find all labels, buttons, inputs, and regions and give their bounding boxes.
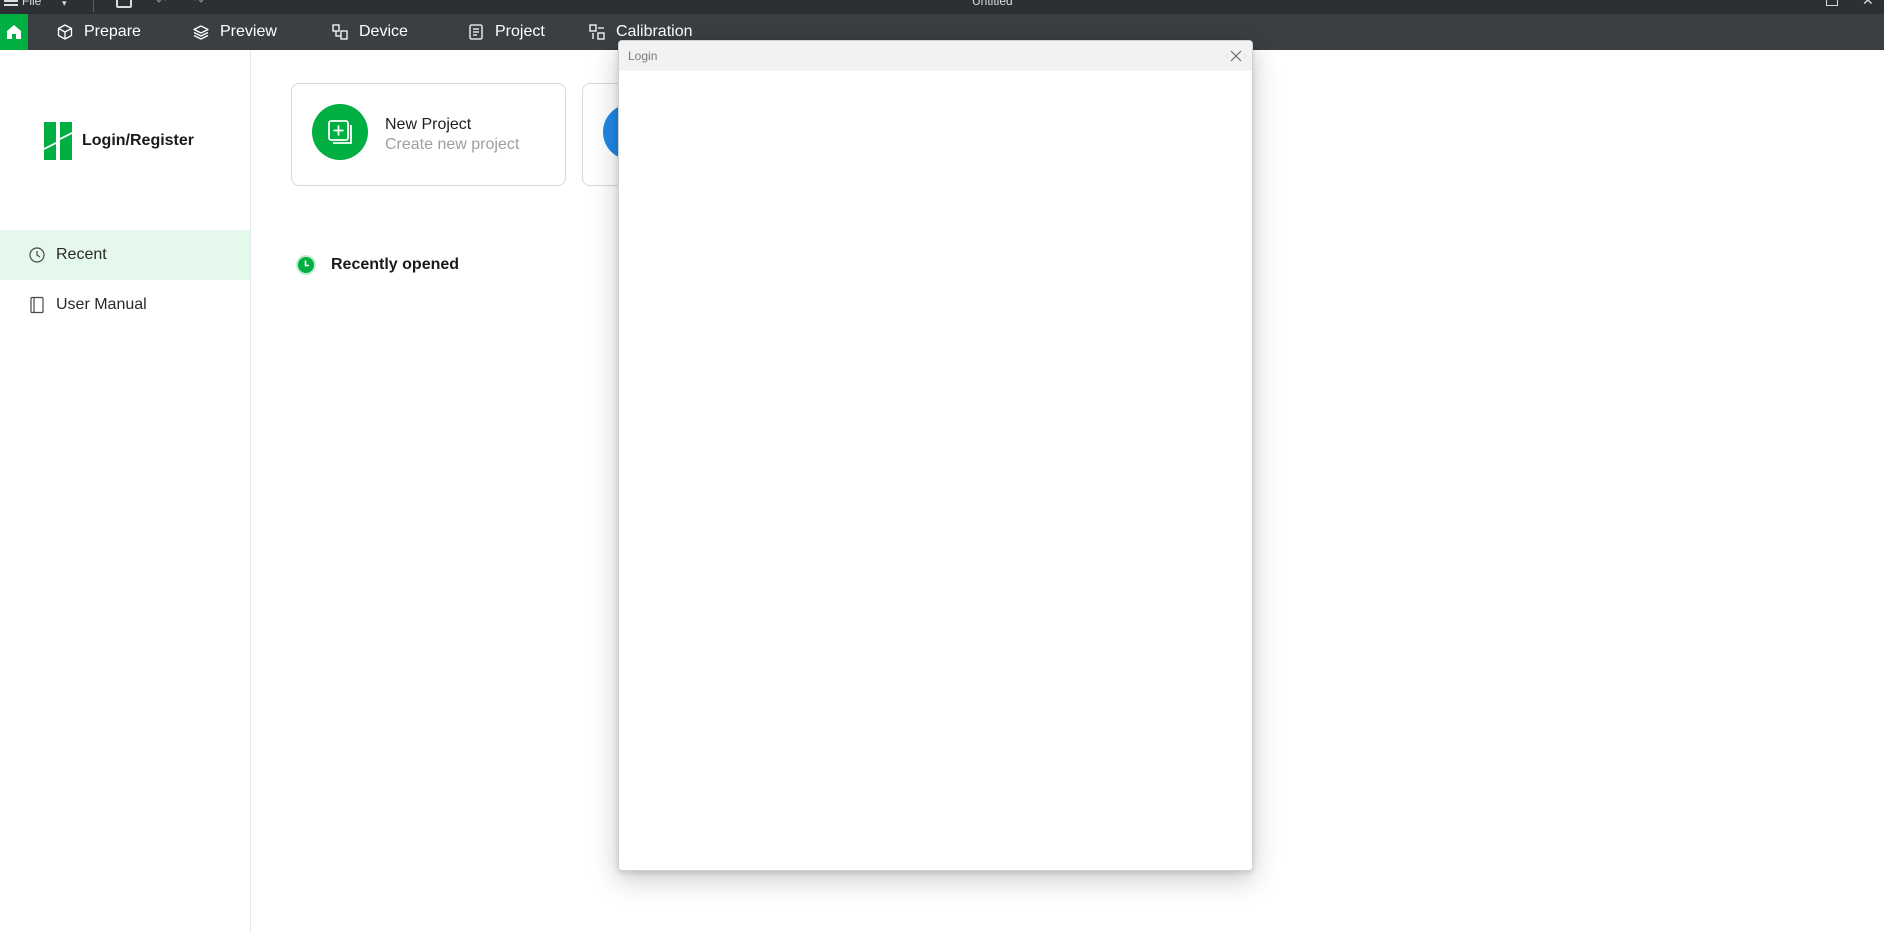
- book-icon: [30, 296, 44, 314]
- card-subtitle: Create new project: [385, 136, 520, 153]
- nav-tab-label: Project: [495, 23, 545, 40]
- dialog-header: Login: [619, 41, 1252, 71]
- dialog-close-button[interactable]: [1226, 46, 1246, 66]
- dialog-title: Login: [628, 49, 658, 63]
- nav-tab-label: Device: [359, 23, 408, 40]
- nav-tab-label: Prepare: [84, 23, 141, 40]
- nav-tab-label: Preview: [220, 23, 277, 40]
- calibration-icon: [589, 24, 605, 40]
- undo-icon[interactable]: ↶: [156, 0, 166, 8]
- window-close-icon[interactable]: ✕: [1862, 0, 1874, 9]
- new-project-icon: [312, 104, 368, 160]
- home-icon: [7, 25, 21, 39]
- recently-opened-heading: Recently opened: [295, 254, 459, 276]
- nav-tab-label: Calibration: [616, 23, 693, 40]
- document-title: Untitled: [972, 0, 1013, 8]
- project-icon: [469, 24, 483, 40]
- clock-icon: [29, 247, 45, 263]
- nav-tab-project[interactable]: Project: [467, 14, 545, 50]
- sidebar-item-label: Recent: [56, 246, 107, 263]
- login-register-label: Login/Register: [82, 132, 195, 149]
- recently-opened-label: Recently opened: [331, 256, 460, 273]
- sidebar-item-user-manual[interactable]: User Manual: [0, 280, 250, 330]
- chevron-down-icon[interactable]: ▾: [62, 0, 67, 9]
- device-icon: [332, 24, 348, 40]
- login-dialog: Login: [618, 40, 1253, 871]
- new-project-card[interactable]: New Project Create new project: [291, 83, 566, 186]
- save-icon[interactable]: [116, 0, 132, 8]
- redo-icon[interactable]: ↷: [194, 0, 204, 8]
- nav-tab-device[interactable]: Device: [331, 14, 408, 50]
- hamburger-icon: [4, 0, 18, 2]
- home-button[interactable]: [0, 14, 28, 50]
- card-title: New Project: [385, 116, 472, 133]
- login-register-button[interactable]: Login/Register: [44, 122, 194, 160]
- recent-clock-icon: [296, 255, 316, 275]
- cube-icon: [57, 24, 73, 40]
- toolbar-divider: [93, 0, 94, 12]
- maximize-icon[interactable]: [1826, 0, 1838, 6]
- close-icon: [1230, 50, 1242, 62]
- brand-logo-icon: [44, 122, 72, 160]
- sidebar-item-label: User Manual: [56, 296, 147, 313]
- sidebar: Login/Register Recent User Manual: [0, 50, 251, 933]
- dialog-body: [619, 71, 1252, 870]
- nav-tab-prepare[interactable]: Prepare: [56, 14, 141, 50]
- file-menu-label: File: [22, 0, 42, 8]
- sidebar-item-recent[interactable]: Recent: [0, 230, 250, 280]
- title-bar: File ▾ ↶ ↷ Untitled ✕: [0, 0, 1884, 14]
- file-menu-button[interactable]: File: [4, 0, 41, 8]
- layers-icon: [193, 25, 209, 40]
- nav-tab-preview[interactable]: Preview: [192, 14, 277, 50]
